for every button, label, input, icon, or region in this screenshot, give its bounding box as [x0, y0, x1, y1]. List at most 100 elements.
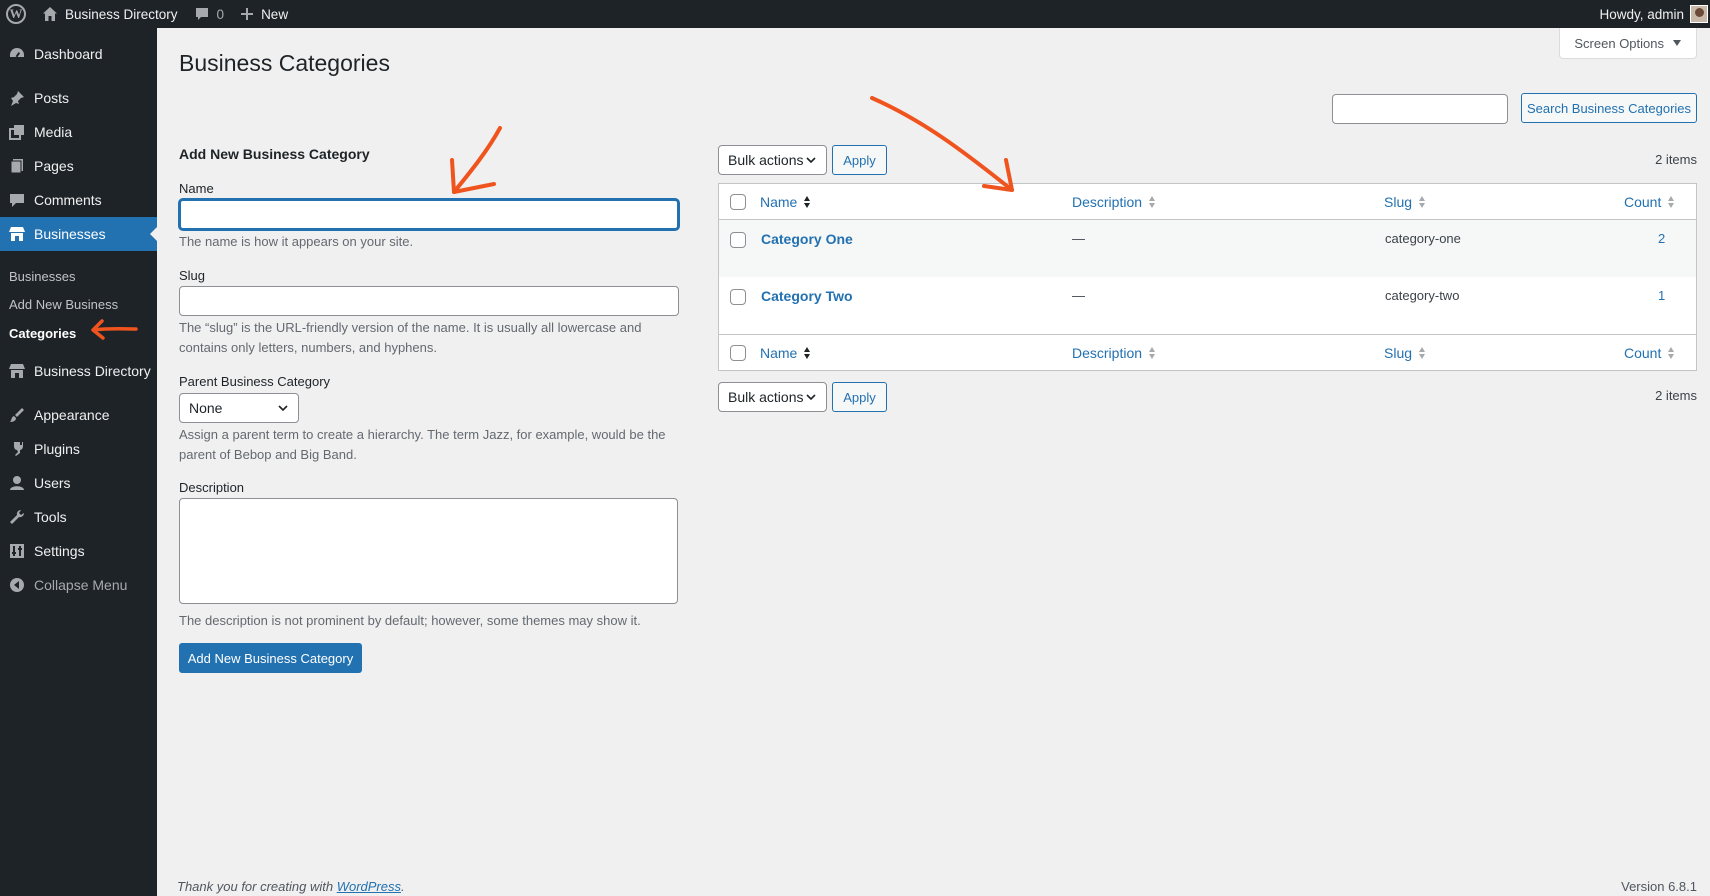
- settings-icon: [0, 542, 34, 560]
- sort-icon: [1668, 196, 1675, 208]
- plus-icon: [241, 8, 254, 20]
- menu-tools[interactable]: Tools: [0, 500, 157, 534]
- wordpress-logo-menu[interactable]: W: [0, 0, 34, 28]
- search-input[interactable]: [1332, 94, 1508, 124]
- parent-select[interactable]: None: [179, 393, 299, 423]
- wordpress-logo-icon: W: [6, 4, 26, 24]
- column-count-footer[interactable]: Count: [1624, 345, 1675, 361]
- menu-label: Dashboard: [34, 46, 103, 62]
- category-count-link[interactable]: 1: [1658, 288, 1665, 303]
- new-label: New: [261, 6, 289, 22]
- my-account-menu[interactable]: Howdy, admin: [1599, 0, 1710, 28]
- category-name-link[interactable]: Category Two: [761, 288, 853, 304]
- comment-bubble-icon: [195, 8, 208, 20]
- column-description-header[interactable]: Description: [1072, 194, 1156, 210]
- bulk-actions-select-top[interactable]: Bulk actions: [718, 145, 827, 175]
- new-content-link[interactable]: New: [232, 0, 296, 28]
- caret-down-icon: [1673, 40, 1681, 46]
- row-checkbox[interactable]: [730, 289, 746, 305]
- select-all-checkbox-bottom[interactable]: [730, 345, 746, 361]
- admin-menu: Dashboard Posts Media Pages Comments Bus…: [0, 28, 157, 896]
- chevron-down-icon: [806, 394, 816, 401]
- menu-label: Pages: [34, 158, 74, 174]
- column-description-footer[interactable]: Description: [1072, 345, 1156, 361]
- site-name-link[interactable]: Business Directory: [34, 0, 186, 28]
- column-label: Description: [1072, 345, 1143, 361]
- menu-label: Comments: [34, 192, 102, 208]
- admin-bar: W Business Directory 0 New Howdy, admin: [0, 0, 1710, 28]
- howdy-text: Howdy, admin: [1599, 6, 1684, 22]
- column-count-header[interactable]: Count: [1624, 194, 1675, 210]
- name-label: Name: [179, 181, 214, 196]
- menu-business-directory[interactable]: Business Directory: [0, 354, 157, 388]
- comment-icon: [0, 191, 34, 209]
- screen-options-label: Screen Options: [1574, 35, 1664, 51]
- footer-thanks-text: Thank you for creating with: [177, 879, 334, 894]
- wordpress-link[interactable]: WordPress: [337, 879, 401, 894]
- slug-label: Slug: [179, 268, 206, 283]
- menu-users[interactable]: Users: [0, 466, 157, 500]
- bulk-actions-select-bottom[interactable]: Bulk actions: [718, 382, 827, 412]
- column-slug-footer[interactable]: Slug: [1384, 345, 1426, 361]
- menu-posts[interactable]: Posts: [0, 81, 157, 115]
- menu-media[interactable]: Media: [0, 115, 157, 149]
- search-categories-button[interactable]: Search Business Categories: [1521, 93, 1697, 123]
- menu-collapse[interactable]: Collapse Menu: [0, 568, 157, 602]
- screen-options-button[interactable]: Screen Options: [1559, 28, 1697, 59]
- column-name-header[interactable]: Name: [760, 194, 811, 210]
- menu-settings[interactable]: Settings: [0, 534, 157, 568]
- name-help: The name is how it appears on your site.: [179, 234, 414, 249]
- menu-label: Media: [34, 124, 73, 140]
- categories-table: Name Description Slug Count Category One…: [718, 183, 1697, 371]
- brush-icon: [0, 406, 34, 424]
- select-all-checkbox[interactable]: [730, 194, 746, 210]
- menu-appearance[interactable]: Appearance: [0, 398, 157, 432]
- pin-icon: [0, 89, 34, 107]
- menu-comments[interactable]: Comments: [0, 183, 157, 217]
- page-title: Business Categories: [179, 50, 390, 76]
- column-label: Count: [1624, 345, 1662, 361]
- footer-thank-you: Thank you for creating with WordPress.: [177, 879, 405, 894]
- description-textarea[interactable]: [179, 498, 678, 604]
- column-slug-header[interactable]: Slug: [1384, 194, 1426, 210]
- store-icon: [0, 225, 34, 243]
- row-checkbox[interactable]: [730, 232, 746, 248]
- menu-pages[interactable]: Pages: [0, 149, 157, 183]
- menu-label: Businesses: [34, 226, 106, 242]
- parent-help: Assign a parent term to create a hierarc…: [179, 427, 666, 462]
- home-icon: [43, 7, 57, 21]
- footer-period: .: [401, 879, 405, 894]
- menu-plugins[interactable]: Plugins: [0, 432, 157, 466]
- annotation-arrow-icon: [91, 319, 138, 340]
- menu-label: Tools: [34, 509, 67, 525]
- category-count-link[interactable]: 2: [1658, 231, 1665, 246]
- category-slug: category-one: [1385, 231, 1461, 246]
- menu-businesses[interactable]: Businesses: [0, 217, 157, 251]
- submenu-categories[interactable]: Categories: [9, 326, 76, 341]
- submenu-businesses[interactable]: Businesses: [9, 269, 75, 284]
- submenu-add-new-business[interactable]: Add New Business: [9, 297, 118, 312]
- site-name: Business Directory: [65, 6, 178, 22]
- add-new-category-button[interactable]: Add New Business Category: [179, 643, 362, 673]
- column-label: Description: [1072, 194, 1143, 210]
- menu-dashboard[interactable]: Dashboard: [0, 37, 157, 71]
- category-description: —: [1072, 288, 1085, 303]
- category-name-link[interactable]: Category One: [761, 231, 853, 247]
- menu-label: Users: [34, 475, 71, 491]
- column-name-footer[interactable]: Name: [760, 345, 811, 361]
- name-input[interactable]: [179, 199, 679, 230]
- avatar: [1690, 5, 1708, 23]
- column-label: Slug: [1384, 345, 1413, 361]
- slug-input[interactable]: [179, 286, 679, 316]
- comments-count: 0: [216, 6, 225, 22]
- column-label: Slug: [1384, 194, 1413, 210]
- annotation-arrow-icon: [450, 126, 502, 194]
- media-icon: [0, 123, 34, 141]
- comments-link[interactable]: 0: [186, 0, 233, 28]
- apply-button-top[interactable]: Apply: [832, 145, 887, 175]
- sort-icon: [1149, 196, 1156, 208]
- sort-icon: [1149, 347, 1156, 359]
- apply-button-bottom[interactable]: Apply: [832, 382, 887, 412]
- category-slug: category-two: [1385, 288, 1460, 303]
- sort-icon: [1419, 196, 1426, 208]
